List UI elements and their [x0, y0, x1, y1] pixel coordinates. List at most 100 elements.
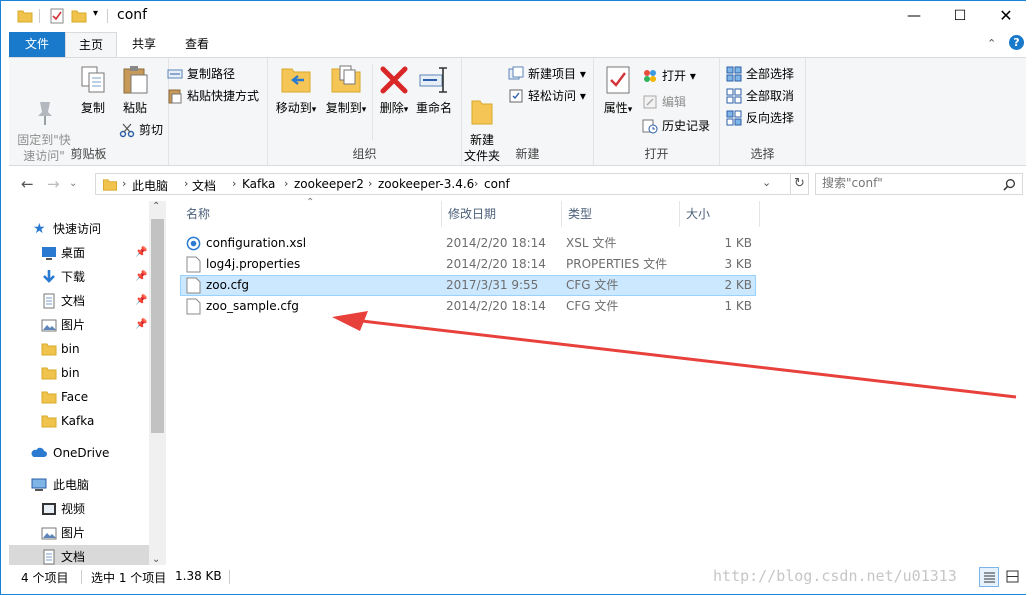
- tab-share[interactable]: 共享: [119, 32, 169, 57]
- new-folder-icon[interactable]: [71, 8, 87, 24]
- tab-view[interactable]: 查看: [171, 32, 223, 57]
- close-button[interactable]: ✕: [983, 1, 1029, 31]
- file-list: ⌃ 名称 修改日期 类型 大小 configuration.xsl 2014/2…: [166, 197, 1027, 565]
- copy-button[interactable]: 复制: [77, 64, 109, 116]
- rename-icon: [418, 64, 450, 96]
- folder-icon[interactable]: [17, 8, 33, 24]
- column-header-size[interactable]: 大小: [680, 201, 760, 227]
- clipboard-group: 固定到"快 速访问" 复制 粘贴 剪贴板: [9, 58, 169, 165]
- clipboard-group-label: 剪贴板: [70, 147, 107, 161]
- open-button[interactable]: 打开 ▾: [640, 66, 696, 86]
- search-box[interactable]: [815, 173, 1023, 195]
- delete-button[interactable]: 删除▾: [376, 64, 412, 118]
- file-row[interactable]: configuration.xsl 2014/2/20 18:14 XSL 文件…: [180, 233, 756, 254]
- nav-item-pictures[interactable]: 图片 📌: [9, 313, 149, 337]
- cut-button[interactable]: 剪切: [117, 120, 163, 140]
- breadcrumb-zookeeper2[interactable]: zookeeper2: [294, 177, 364, 191]
- search-icon[interactable]: [1003, 178, 1016, 191]
- column-header-name[interactable]: 名称: [180, 201, 442, 227]
- breadcrumb-conf[interactable]: conf: [484, 177, 510, 191]
- rename-button[interactable]: 重命名: [414, 64, 454, 116]
- nav-pc-videos[interactable]: 视频: [9, 497, 149, 521]
- column-header-date[interactable]: 修改日期: [442, 201, 562, 227]
- file-row-selected[interactable]: zoo.cfg 2017/3/31 9:55 CFG 文件 2 KB: [180, 275, 756, 296]
- item-count: 4 个项目: [21, 571, 69, 585]
- history-button[interactable]: 历史记录: [640, 116, 710, 136]
- scrollbar-thumb[interactable]: [151, 219, 164, 433]
- nav-quick-access[interactable]: ★ 快速访问: [9, 217, 149, 241]
- address-bar[interactable]: › 此电脑 › 文档 › Kafka › zookeeper2 › zookee…: [95, 173, 791, 195]
- breadcrumb-zookeeper-346[interactable]: zookeeper-3.4.6: [378, 177, 474, 191]
- folder-icon: [41, 391, 57, 404]
- pin-icon: [28, 80, 60, 125]
- new-folder-icon: [466, 80, 498, 125]
- breadcrumb-kafka[interactable]: Kafka: [242, 177, 275, 191]
- pin-icon: 📌: [135, 247, 148, 258]
- customize-quick-access-icon[interactable]: ▾: [93, 8, 98, 19]
- new-item-button[interactable]: 新建项目 ▾: [506, 64, 586, 84]
- explorer-window: ▾ conf — ☐ ✕ 文件 主页 共享 查看 ⌃ ? 固定到"快 速访问": [0, 0, 1034, 595]
- nav-item-documents[interactable]: 文档 📌: [9, 289, 149, 313]
- cloud-icon: [31, 447, 47, 457]
- selected-count: 选中 1 个项目: [91, 571, 167, 585]
- tab-file[interactable]: 文件: [9, 32, 65, 57]
- nav-item-desktop[interactable]: 桌面 📌: [9, 241, 149, 265]
- invert-selection-button[interactable]: 反向选择: [724, 108, 794, 128]
- refresh-icon[interactable]: ↻: [791, 173, 809, 195]
- xsl-file-icon: [186, 236, 201, 251]
- paste-shortcut-button[interactable]: 粘贴快捷方式: [165, 86, 259, 106]
- paste-button[interactable]: 粘贴: [115, 64, 155, 116]
- nav-item-face[interactable]: Face: [9, 385, 149, 409]
- collapse-ribbon-icon[interactable]: ⌃: [987, 37, 996, 50]
- tab-home[interactable]: 主页: [65, 32, 117, 58]
- nav-pc-documents[interactable]: 文档: [9, 545, 149, 565]
- details-view-button[interactable]: [979, 567, 999, 587]
- annotation-arrow: [332, 311, 1017, 399]
- scroll-up-icon[interactable]: ⌃: [152, 201, 160, 212]
- copy-path-icon: [167, 69, 183, 79]
- nav-onedrive[interactable]: OneDrive: [9, 441, 149, 465]
- minimize-button[interactable]: —: [891, 1, 937, 31]
- nav-item-kafka[interactable]: Kafka: [9, 409, 149, 433]
- file-row[interactable]: log4j.properties 2014/2/20 18:14 PROPERT…: [180, 254, 756, 275]
- file-icon: [186, 256, 201, 273]
- nav-this-pc[interactable]: 此电脑: [9, 473, 149, 497]
- nav-scrollbar[interactable]: ⌃ ⌄: [149, 201, 166, 565]
- folder-icon: [102, 179, 118, 191]
- pin-icon: 📌: [135, 295, 148, 306]
- nav-pc-pictures[interactable]: 图片: [9, 521, 149, 545]
- ribbon-tabs: 文件 主页 共享 查看 ⌃ ?: [1, 32, 1033, 58]
- edit-button[interactable]: 编辑: [640, 92, 686, 112]
- edit-icon: [643, 95, 657, 109]
- new-item-icon: [508, 66, 524, 80]
- properties-button[interactable]: 属性▾: [600, 64, 636, 118]
- maximize-button[interactable]: ☐: [937, 1, 983, 31]
- navigation-pane: ★ 快速访问 桌面 📌 下载 📌 文档 📌 图片 📌 bin bin Face …: [9, 201, 166, 565]
- move-to-button[interactable]: 移动到▾: [274, 64, 318, 118]
- address-dropdown-icon[interactable]: ⌄: [762, 176, 771, 189]
- copy-path-button[interactable]: 复制路径: [165, 64, 235, 84]
- column-header-type[interactable]: 类型: [562, 201, 680, 227]
- easy-access-button[interactable]: 轻松访问 ▾: [506, 86, 586, 106]
- details-view-icon: [984, 572, 995, 583]
- ribbon: 固定到"快 速访问" 复制 粘贴 剪贴板 复制路径 粘贴快捷方式 剪切 移动到▾…: [9, 57, 1027, 166]
- back-arrow-icon[interactable]: ←: [21, 175, 34, 193]
- select-all-button[interactable]: 全部选择: [724, 64, 794, 84]
- nav-item-bin-2[interactable]: bin: [9, 361, 149, 385]
- copy-to-button[interactable]: 复制到▾: [324, 64, 368, 118]
- nav-item-bin-1[interactable]: bin: [9, 337, 149, 361]
- forward-arrow-icon[interactable]: →: [47, 175, 60, 193]
- open-group: 属性▾ 打开 ▾ 编辑 历史记录 打开: [594, 58, 720, 165]
- scroll-down-icon[interactable]: ⌄: [152, 554, 160, 565]
- select-none-button[interactable]: 全部取消: [724, 86, 794, 106]
- search-input[interactable]: [822, 176, 992, 190]
- breadcrumb-documents[interactable]: 文档: [192, 177, 216, 194]
- large-icons-view-button[interactable]: [1003, 567, 1023, 587]
- breadcrumb-this-pc[interactable]: 此电脑: [132, 177, 168, 194]
- help-icon[interactable]: ?: [1009, 35, 1024, 50]
- properties-icon[interactable]: [49, 8, 65, 24]
- background-strip: [1026, 0, 1034, 595]
- select-all-icon: [726, 66, 742, 82]
- nav-item-downloads[interactable]: 下载 📌: [9, 265, 149, 289]
- recent-locations-icon[interactable]: ⌄: [69, 178, 77, 189]
